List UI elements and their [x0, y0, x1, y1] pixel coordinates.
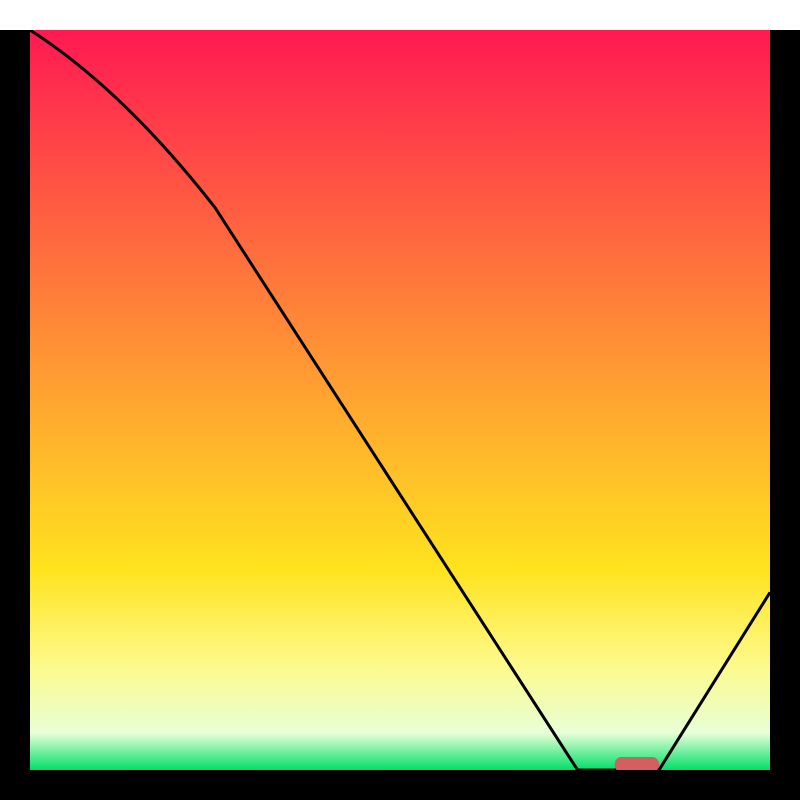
axis-top-mask: [0, 0, 800, 30]
axis-right-fill: [770, 30, 800, 800]
bottleneck-chart: [0, 0, 800, 800]
axis-left-fill: [0, 30, 30, 800]
axis-bottom: [0, 770, 800, 800]
optimal-marker: [615, 757, 659, 772]
gradient-background: [30, 30, 770, 770]
